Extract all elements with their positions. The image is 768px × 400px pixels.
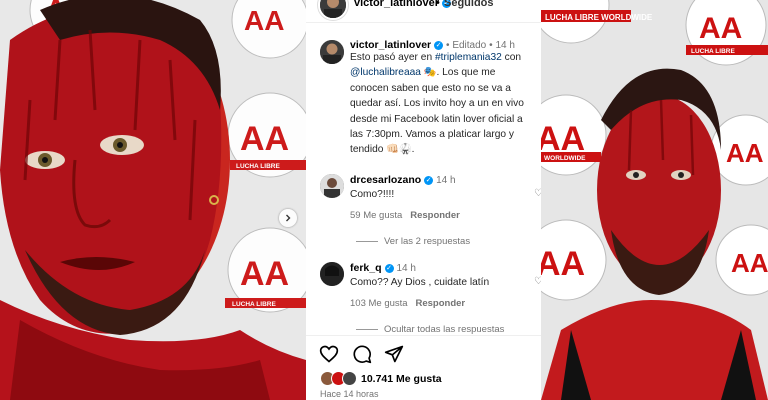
commenter-username[interactable]: ferk_q <box>350 262 382 274</box>
comment-text: Como?? Ay Dios , cuidate latín <box>350 277 490 288</box>
comment-time: 14 h <box>436 175 456 186</box>
svg-text:AA: AA <box>541 245 585 283</box>
wrestler-second-image: LUCHA LIBRE WORLDWIDE AA LUCHA LIBRE AA … <box>541 0 768 400</box>
svg-text:AA: AA <box>240 120 289 158</box>
view-replies-button[interactable]: Ver las 2 respuestas <box>356 236 470 247</box>
post-photo-left: AA AA LUCHA LIBRE AA LUCHA LIBRE AA <box>0 0 306 400</box>
following-button[interactable]: Seguidos <box>444 0 494 9</box>
post-actions-bar: 10.741 Me gusta Hace 14 horas <box>306 335 541 400</box>
caption-text: Esto pasó ayer en #triplemania32 con @lu… <box>350 52 524 156</box>
comment-time: 14 h <box>396 263 416 274</box>
post-panel: victor_latinlover ✓ • Seguidos victor_lat… <box>306 0 541 400</box>
svg-text:LUCHA LIBRE: LUCHA LIBRE <box>691 48 735 55</box>
comment-icon[interactable] <box>352 344 372 364</box>
svg-text:WORLDWIDE: WORLDWIDE <box>544 155 586 162</box>
hide-replies-button[interactable]: Ocultar todas las respuestas <box>356 324 504 335</box>
post-photo-right: LUCHA LIBRE WORLDWIDE AA LUCHA LIBRE AA … <box>541 0 768 400</box>
mention-link[interactable]: @luchalibreaaa <box>350 67 421 78</box>
svg-text:AA: AA <box>240 255 289 293</box>
verified-badge-icon: ✓ <box>434 40 444 50</box>
svg-text:LUCHA LIBRE: LUCHA LIBRE <box>232 301 276 308</box>
chevron-right-icon <box>286 214 291 222</box>
svg-text:LUCHA LIBRE: LUCHA LIBRE <box>236 163 280 170</box>
liker-avatars <box>320 371 357 386</box>
comment-likes[interactable]: 103 Me gusta <box>350 298 408 309</box>
separator-dot: • <box>436 0 440 9</box>
svg-text:LUCHA LIBRE WORLDWIDE: LUCHA LIBRE WORLDWIDE <box>545 13 653 22</box>
reply-button[interactable]: Responder <box>410 210 460 221</box>
comment-text: Como?!!!! <box>350 189 395 200</box>
share-icon[interactable] <box>384 344 404 364</box>
commenter-username[interactable]: drcesarlozano <box>350 174 421 186</box>
post-header: victor_latinlover ✓ • Seguidos <box>306 0 541 23</box>
caption-author-avatar[interactable] <box>320 40 344 64</box>
author-avatar[interactable] <box>318 0 348 20</box>
svg-text:AA: AA <box>244 5 284 36</box>
likes-count[interactable]: 10.741 Me gusta <box>320 371 442 386</box>
heart-outline-icon[interactable]: ♡ <box>534 188 541 199</box>
carousel-next-button[interactable] <box>279 209 297 227</box>
heart-icon[interactable] <box>319 344 339 364</box>
heart-outline-icon[interactable]: ♡ <box>534 276 541 287</box>
svg-text:AA: AA <box>699 12 742 45</box>
commenter-avatar[interactable] <box>320 174 344 198</box>
comment-meta: 59 Me gusta Responder <box>350 210 460 221</box>
reply-button[interactable]: Responder <box>416 298 466 309</box>
commenter-avatar[interactable] <box>320 262 344 286</box>
comment-likes[interactable]: 59 Me gusta <box>350 210 402 221</box>
svg-text:AA: AA <box>731 248 768 278</box>
verified-badge-icon: ✓ <box>384 263 394 273</box>
post-timestamp: Hace 14 horas <box>320 389 379 399</box>
bloody-wrestler-image: AA AA LUCHA LIBRE AA LUCHA LIBRE AA <box>0 0 306 400</box>
svg-text:AA: AA <box>726 138 764 168</box>
comment-meta: 103 Me gusta Responder <box>350 298 465 309</box>
hashtag-link[interactable]: #triplemania32 <box>435 52 502 63</box>
verified-badge-icon: ✓ <box>424 175 434 185</box>
